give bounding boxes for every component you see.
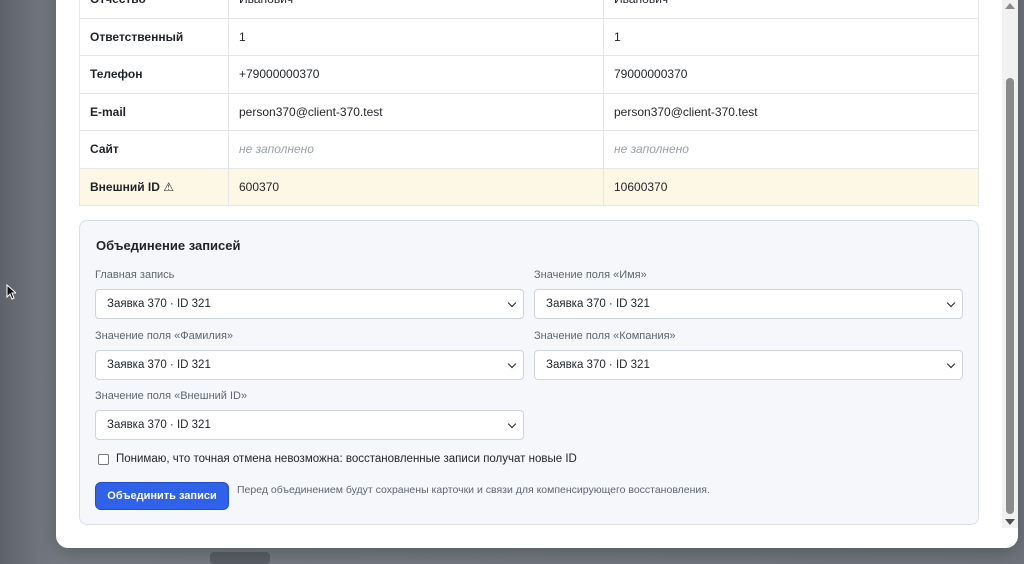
first-name-select[interactable]: Заявка 370 · ID 321 [534,289,963,319]
left-value: Иванович [228,0,604,19]
main-record-field: Главная запись Заявка 370 · ID 321 [95,268,524,319]
right-value: person370@client-370.test [603,92,979,131]
table-row: Телефон +79000000370 79000000370 [79,55,979,94]
confirm-row[interactable]: Понимаю, что точная отмена невозможна: в… [98,453,577,465]
field-label: Главная запись [95,269,175,281]
compare-table: Отчество Иванович Иванович Ответственный… [79,0,979,206]
last-name-select[interactable]: Заявка 370 · ID 321 [95,350,524,380]
company-field: Значение поля «Компания» Заявка 370 · ID… [534,329,963,380]
select-value: Заявка 370 · ID 321 [107,359,211,371]
scroll-thumb[interactable] [1006,78,1014,514]
field-label: Значение поля «Имя» [534,269,647,281]
left-value-empty: не заполнено [228,130,604,169]
chevron-down-icon [946,298,956,308]
select-value: Заявка 370 · ID 321 [546,359,650,371]
chevron-down-icon [946,359,956,369]
chevron-down-icon [507,419,517,429]
dialog-scroll-area[interactable]: Отчество Иванович Иванович Ответственный… [56,0,1002,548]
confirm-label: Понимаю, что точная отмена невозможна: в… [116,453,577,465]
field-label: Значение поля «Компания» [534,330,676,342]
main-record-select[interactable]: Заявка 370 · ID 321 [95,289,524,319]
last-name-field: Значение поля «Фамилия» Заявка 370 · ID … [95,329,524,380]
row-label: Сайт [79,130,229,169]
left-value: +79000000370 [228,55,604,94]
left-value: 1 [228,17,604,56]
field-label: Значение поля «Фамилия» [95,330,234,342]
scroll-up-arrow-icon[interactable] [1005,3,1015,9]
merge-hint: Перед объединением будут сохранены карто… [237,484,710,496]
field-label: Значение поля «Внешний ID» [95,390,248,402]
right-value: 10600370 [603,167,979,206]
merge-records-button[interactable]: Объединить записи [95,482,229,510]
table-row: Ответственный 1 1 [79,17,979,56]
external-id-field: Значение поля «Внешний ID» Заявка 370 · … [95,389,524,440]
row-label: Отчество [79,0,229,19]
table-row: Отчество Иванович Иванович [79,0,979,19]
select-value: Заявка 370 · ID 321 [107,298,211,310]
select-value: Заявка 370 · ID 321 [546,298,650,310]
row-label: Внешний ID ⚠ [79,167,229,206]
scroll-down-arrow-icon[interactable] [1005,519,1015,525]
left-value: 600370 [228,167,604,206]
table-row: E-mail person370@client-370.test person3… [79,92,979,131]
first-name-field: Значение поля «Имя» Заявка 370 · ID 321 [534,268,963,319]
left-value: person370@client-370.test [228,92,604,131]
right-value-empty: не заполнено [603,130,979,169]
vertical-scrollbar[interactable] [1002,0,1018,528]
right-value: 1 [603,17,979,56]
select-value: Заявка 370 · ID 321 [107,419,211,431]
row-label: Ответственный [79,17,229,56]
row-label: E-mail [79,92,229,131]
table-row-warning: Внешний ID ⚠ 600370 10600370 [79,167,979,206]
merge-title: Объединение записей [96,238,241,253]
chevron-down-icon [507,359,517,369]
row-label: Телефон [79,55,229,94]
table-row: Сайт не заполнено не заполнено [79,130,979,169]
right-value: Иванович [603,0,979,19]
chevron-down-icon [507,298,517,308]
merge-panel: Объединение записей Главная запись Заявк… [79,220,979,525]
background-page-fragment [210,552,270,564]
company-select[interactable]: Заявка 370 · ID 321 [534,350,963,380]
right-value: 79000000370 [603,55,979,94]
merge-dialog: Отчество Иванович Иванович Ответственный… [56,0,1018,548]
mouse-pointer-icon [6,284,16,300]
external-id-select[interactable]: Заявка 370 · ID 321 [95,410,524,440]
confirm-checkbox[interactable] [98,453,109,465]
